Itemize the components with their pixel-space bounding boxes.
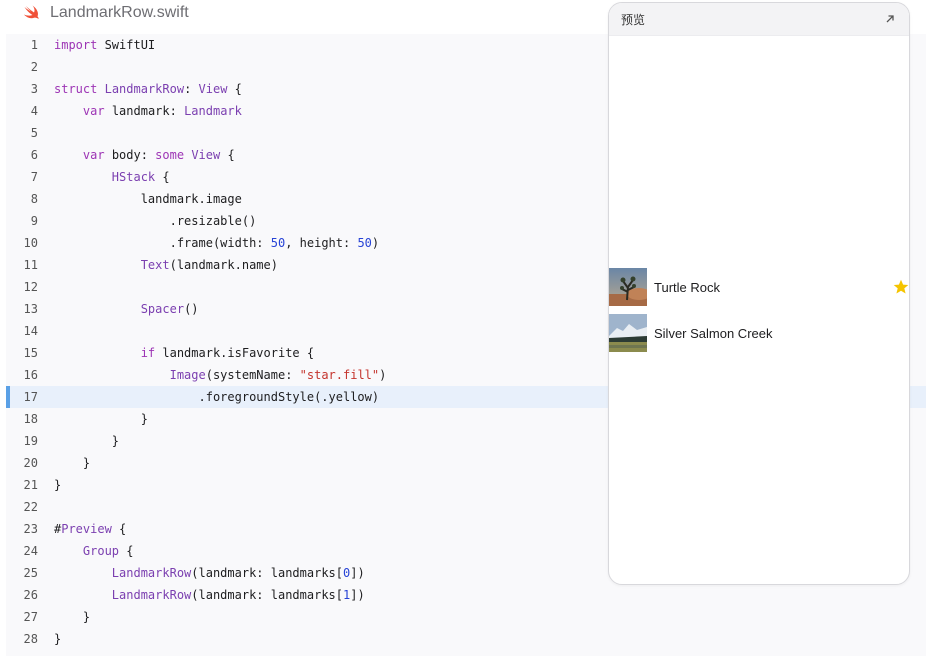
- star-fill-icon: [893, 279, 909, 294]
- line-number: 28: [23, 632, 38, 646]
- landmark-name: Turtle Rock: [654, 279, 720, 295]
- code-text[interactable]: Group {: [54, 544, 134, 558]
- code-text[interactable]: var landmark: Landmark: [54, 104, 242, 118]
- line-number: 27: [23, 610, 38, 624]
- code-text[interactable]: HStack {: [54, 170, 170, 184]
- line-number: 22: [23, 500, 38, 514]
- code-text[interactable]: }: [54, 412, 148, 426]
- code-text[interactable]: Text(landmark.name): [54, 258, 278, 272]
- line-number: 5: [30, 126, 38, 140]
- line-number: 12: [23, 280, 38, 294]
- swift-logo-icon: [24, 5, 39, 19]
- landmark-row[interactable]: Silver Salmon Creek: [609, 313, 909, 353]
- line-number: 15: [23, 346, 38, 360]
- line-number: 2: [30, 60, 38, 74]
- code-text[interactable]: if landmark.isFavorite {: [54, 346, 314, 360]
- line-number: 26: [23, 588, 38, 602]
- line-number: 11: [23, 258, 38, 272]
- code-text[interactable]: landmark.image: [54, 192, 242, 206]
- code-text[interactable]: }: [54, 434, 119, 448]
- line-number: 10: [23, 236, 38, 250]
- landmark-row[interactable]: Turtle Rock: [609, 267, 909, 307]
- code-text[interactable]: .frame(width: 50, height: 50): [54, 236, 380, 250]
- line-number: 25: [23, 566, 38, 580]
- line-number: 18: [23, 412, 38, 426]
- code-text[interactable]: #Preview {: [54, 522, 126, 536]
- line-number: 16: [23, 368, 38, 382]
- line-number: 1: [30, 38, 38, 52]
- code-text[interactable]: struct LandmarkRow: View {: [54, 82, 242, 96]
- code-text[interactable]: .resizable(): [54, 214, 257, 228]
- line-number: 20: [23, 456, 38, 470]
- code-line[interactable]: 26 LandmarkRow(landmark: landmarks[1]): [6, 584, 926, 606]
- file-name: LandmarkRow.swift: [50, 4, 189, 21]
- expand-arrow-icon[interactable]: [883, 12, 897, 26]
- preview-header: 预览: [609, 3, 909, 36]
- line-number: 9: [30, 214, 38, 228]
- line-number: 4: [30, 104, 38, 118]
- code-line[interactable]: 27 }: [6, 606, 926, 628]
- preview-title: 预览: [621, 12, 646, 27]
- code-text[interactable]: .foregroundStyle(.yellow): [54, 390, 379, 404]
- code-text[interactable]: LandmarkRow(landmark: landmarks[1]): [54, 588, 365, 602]
- file-tab: LandmarkRow.swift: [22, 0, 189, 26]
- preview-panel: 预览 Turtle Rock Silver Salmon Creek: [608, 2, 910, 585]
- code-text[interactable]: }: [54, 610, 90, 624]
- code-text[interactable]: import SwiftUI: [54, 38, 155, 52]
- code-text[interactable]: }: [54, 632, 61, 646]
- turtle-rock-image: [609, 268, 647, 306]
- code-text[interactable]: var body: some View {: [54, 148, 235, 162]
- landmark-name: Silver Salmon Creek: [654, 325, 773, 341]
- line-number: 7: [30, 170, 38, 184]
- code-text[interactable]: Spacer(): [54, 302, 199, 316]
- silver-salmon-creek-image: [609, 314, 647, 352]
- code-line[interactable]: 28}: [6, 628, 926, 650]
- line-number: 13: [23, 302, 38, 316]
- line-number: 19: [23, 434, 38, 448]
- line-number: 14: [23, 324, 38, 338]
- line-number: 8: [30, 192, 38, 206]
- line-number: 3: [30, 82, 38, 96]
- line-number: 6: [30, 148, 38, 162]
- line-number: 21: [23, 478, 38, 492]
- code-text[interactable]: }: [54, 478, 61, 492]
- line-number: 24: [23, 544, 38, 558]
- line-number: 17: [23, 390, 38, 404]
- code-text[interactable]: Image(systemName: "star.fill"): [54, 368, 387, 382]
- code-text[interactable]: LandmarkRow(landmark: landmarks[0]): [54, 566, 365, 580]
- line-number: 23: [23, 522, 38, 536]
- code-text[interactable]: }: [54, 456, 90, 470]
